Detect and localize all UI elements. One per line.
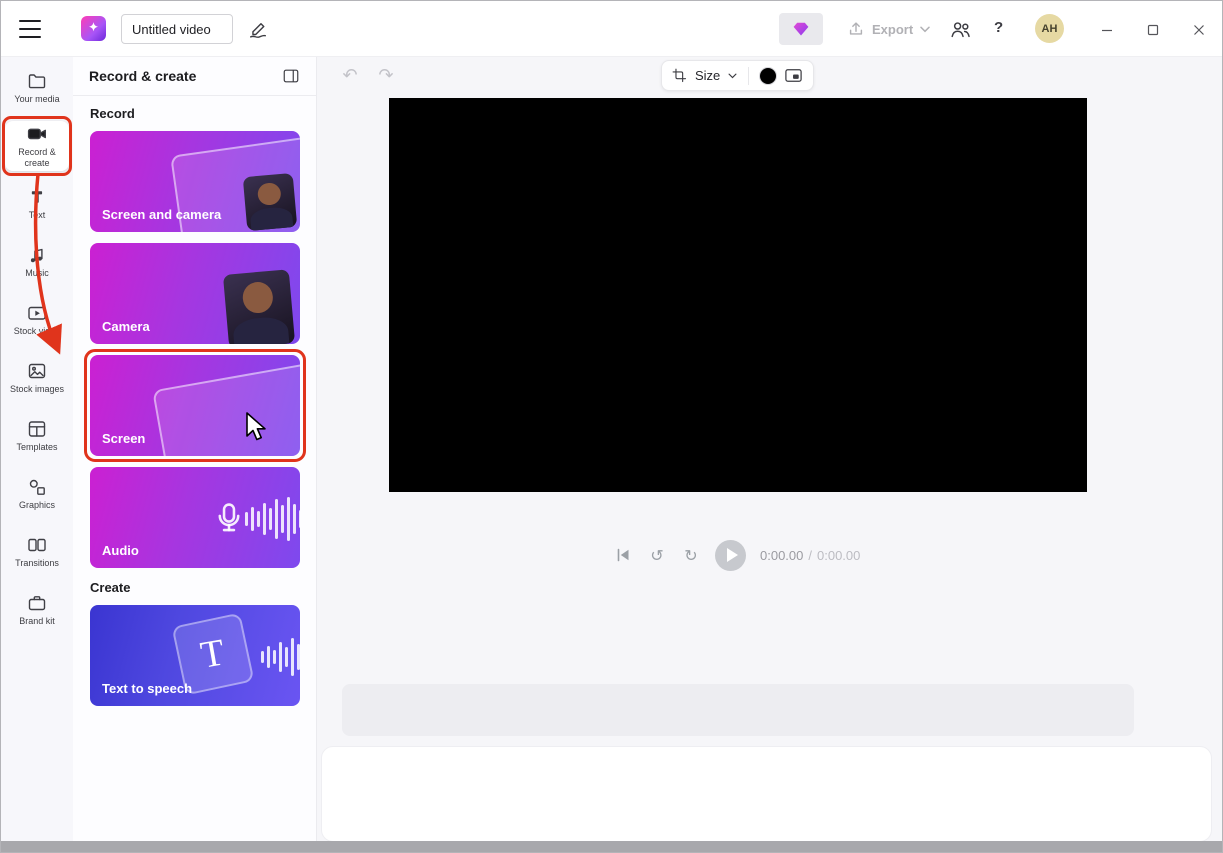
seek-forward-icon[interactable]: ↻ — [681, 546, 701, 565]
sidebar-item-graphics[interactable]: Graphics — [5, 469, 69, 519]
divider — [748, 67, 749, 85]
play-button[interactable] — [715, 540, 746, 571]
record-create-panel: Record & create Record Screen and camera… — [73, 57, 317, 841]
sidebar-item-brand-kit[interactable]: Brand kit — [5, 585, 69, 635]
record-card-screen-and-camera[interactable]: Screen and camera — [90, 131, 300, 232]
time-display: 0:00.00 / 0:00.00 — [760, 548, 860, 563]
sidebar-item-stock-video[interactable]: Stock video — [5, 295, 69, 345]
sidebar-item-stock-images[interactable]: Stock images — [5, 353, 69, 403]
export-label: Export — [872, 22, 913, 37]
upgrade-button[interactable] — [779, 13, 823, 45]
record-card-audio[interactable]: Audio — [90, 467, 300, 568]
clipchamp-window: Export ? AH Your media Record & create T… — [0, 0, 1223, 853]
sidebar-item-label: Graphics — [19, 500, 55, 511]
project-name-input[interactable] — [121, 14, 233, 44]
sidebar-item-label: Your media — [14, 94, 59, 105]
record-card-screen[interactable]: Screen — [90, 355, 300, 456]
sidebar-item-music[interactable]: Music — [5, 237, 69, 287]
clipchamp-logo-icon[interactable] — [81, 16, 106, 41]
undo-icon[interactable]: ↶ — [339, 65, 361, 86]
help-icon[interactable]: ? — [994, 19, 1003, 36]
sidebar-item-label: Brand kit — [19, 616, 55, 627]
sidebar-item-label: Templates — [16, 442, 57, 453]
card-label: Screen and camera — [102, 207, 221, 222]
menu-icon[interactable] — [19, 20, 41, 38]
screen-mockup-graphic — [152, 361, 300, 456]
card-label: Camera — [102, 319, 150, 334]
collapse-panel-icon[interactable] — [282, 67, 300, 85]
editor-area: ↶ ↷ Size ↺ ↻ 0:00.00 / 0:00.00 — [317, 57, 1222, 841]
card-label: Screen — [102, 431, 145, 446]
picture-in-picture-icon[interactable] — [784, 66, 803, 85]
sidebar-item-label: Stock video — [14, 326, 61, 337]
record-card-camera[interactable]: Camera — [90, 243, 300, 344]
playback-controls: ↺ ↻ 0:00.00 / 0:00.00 — [613, 538, 860, 572]
record-section-heading: Record — [90, 106, 299, 121]
transitions-icon — [27, 535, 47, 555]
chevron-down-icon — [920, 26, 930, 33]
avatar[interactable]: AH — [1035, 14, 1064, 43]
waveform-graphic — [245, 491, 300, 547]
seek-back-icon[interactable]: ↺ — [647, 546, 667, 565]
signature-pen-icon[interactable] — [248, 18, 270, 40]
sidebar-item-your-media[interactable]: Your media — [5, 63, 69, 113]
folder-icon — [27, 71, 47, 91]
panel-title: Record & create — [89, 68, 196, 84]
total-time: 0:00.00 — [817, 548, 860, 563]
person-photo — [223, 269, 295, 344]
templates-icon — [27, 419, 47, 439]
music-note-icon — [27, 245, 47, 265]
waveform-graphic — [261, 633, 300, 681]
video-camera-icon — [27, 124, 47, 144]
canvas-toolbar: Size — [661, 60, 814, 91]
redo-icon[interactable]: ↷ — [375, 65, 397, 86]
create-card-text-to-speech[interactable]: T Text to speech — [90, 605, 300, 706]
logo-star-icon — [85, 20, 102, 37]
sidebar-item-label: Record & create — [8, 147, 66, 169]
skip-to-start-icon[interactable] — [613, 545, 633, 565]
upload-icon — [847, 20, 865, 38]
gem-icon — [791, 19, 811, 39]
sidebar: Your media Record & create T Text Music … — [1, 57, 73, 841]
sidebar-item-templates[interactable]: Templates — [5, 411, 69, 461]
window-bottom-edge — [1, 841, 1222, 852]
svg-text:T: T — [32, 189, 41, 206]
sidebar-item-label: Text — [29, 210, 46, 221]
panel-body: Record Screen and camera Camera Sc — [73, 106, 316, 706]
current-time: 0:00.00 — [760, 548, 803, 563]
create-section-heading: Create — [90, 580, 299, 595]
maximize-button[interactable] — [1141, 21, 1165, 39]
chevron-down-icon — [728, 73, 737, 79]
sidebar-item-label: Transitions — [15, 558, 59, 569]
sidebar-item-label: Music — [25, 268, 49, 279]
timeline-track[interactable] — [342, 684, 1134, 736]
collaborate-icon[interactable] — [949, 18, 972, 41]
video-preview-canvas[interactable] — [389, 98, 1087, 492]
sidebar-item-record-create[interactable]: Record & create — [5, 121, 69, 171]
titlebar: Export ? AH — [1, 1, 1222, 57]
size-dropdown[interactable]: Size — [695, 68, 720, 83]
panel-header: Record & create — [73, 57, 316, 96]
time-separator: / — [808, 548, 812, 563]
minimize-button[interactable] — [1095, 21, 1119, 39]
graphics-icon — [27, 477, 47, 497]
person-photo — [243, 173, 298, 231]
text-icon: T — [27, 187, 47, 207]
microphone-icon — [212, 495, 246, 541]
stock-images-icon — [27, 361, 47, 381]
sidebar-item-label: Stock images — [10, 384, 64, 395]
sidebar-item-transitions[interactable]: Transitions — [5, 527, 69, 577]
background-color-swatch[interactable] — [760, 68, 776, 84]
timeline-panel — [321, 746, 1212, 842]
card-label: Text to speech — [102, 681, 192, 696]
close-button[interactable] — [1187, 21, 1211, 39]
crop-icon — [672, 68, 687, 83]
brand-kit-icon — [27, 593, 47, 613]
card-label: Audio — [102, 543, 139, 558]
sidebar-item-text[interactable]: T Text — [5, 179, 69, 229]
stock-video-icon — [27, 303, 47, 323]
export-button[interactable]: Export — [847, 15, 930, 43]
